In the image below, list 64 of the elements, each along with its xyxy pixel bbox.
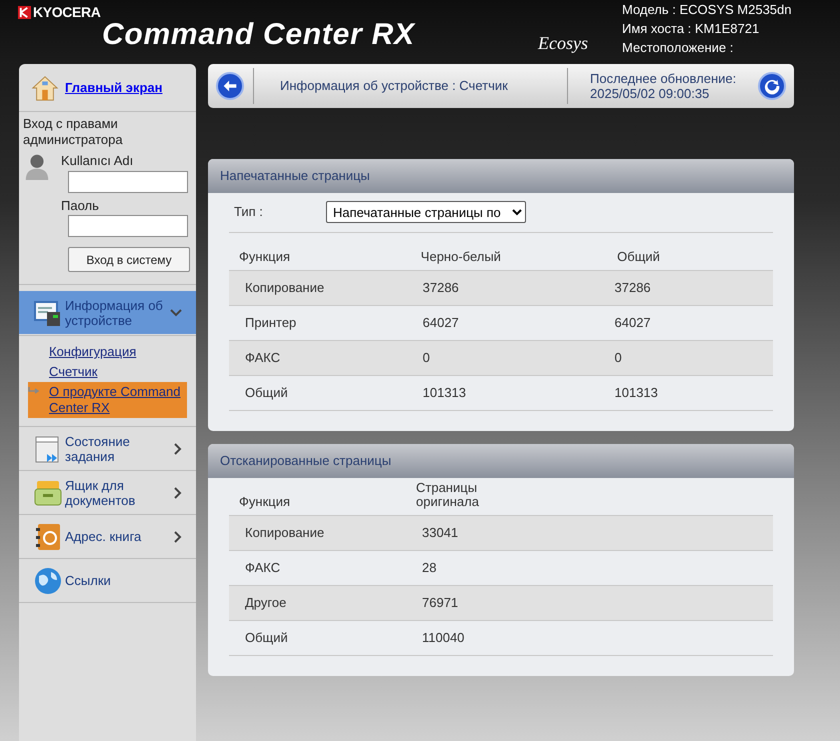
field-label: Паоль <box>61 196 100 214</box>
table-cell-text: 37286 <box>422 279 460 298</box>
table-cell-text: 28 <box>422 559 438 578</box>
chevron-right-icon <box>174 442 182 454</box>
table-cell-text: 64027 <box>422 314 460 332</box>
menu-item[interactable]: Состояние задания <box>19 427 196 470</box>
table-cell-text: 76971 <box>422 594 460 612</box>
table-cell-text: Другое <box>245 594 288 612</box>
table-cell-text: 37286 <box>614 279 652 298</box>
menu-item[interactable]: Ссылки <box>19 559 196 602</box>
type-dropdown[interactable]: Напечатанные страницы по <box>326 201 526 223</box>
column-header: Функция <box>239 495 291 509</box>
home-icon <box>31 74 59 102</box>
refresh-icon <box>763 77 781 95</box>
login-title: Вход с правами администратора <box>23 116 124 148</box>
table-cell-text: Принтер <box>245 314 298 332</box>
breadcrumb: Информация об устройстве : Счетчик <box>280 77 509 96</box>
address-book-icon <box>33 522 63 552</box>
refresh-button[interactable] <box>758 72 786 100</box>
column-header: Функция <box>239 250 291 264</box>
type-label: Тип : <box>234 203 264 222</box>
table-cell-text: Общий <box>245 384 289 402</box>
chevron-right-icon <box>174 486 182 498</box>
column-header: Общий <box>617 250 661 264</box>
table-cell-text: Копирование <box>245 279 326 298</box>
table-cell-text: 64027 <box>614 314 652 332</box>
chevron-right-icon <box>174 530 182 542</box>
submenu-link[interactable]: Конфигурация <box>28 342 187 362</box>
submenu-link[interactable]: О продукте Command Center RX <box>28 382 187 418</box>
arrow-icon <box>28 387 40 395</box>
table-cell-text: 0 <box>422 349 431 368</box>
last-updated-time: 2025/05/02 09:00:35 <box>590 86 710 101</box>
column-header: Страницы оригинала <box>416 481 480 509</box>
app-title: Command Center RX <box>102 17 415 53</box>
brand-name: KYOCERA <box>33 3 101 22</box>
device-info: Модель : ECOSYS M2535dn <box>622 1 792 19</box>
password-field[interactable] <box>68 215 188 237</box>
menu-item[interactable]: Ящик для документов <box>19 471 196 514</box>
login-button[interactable]: Вход в систему <box>68 247 190 272</box>
globe-icon <box>33 566 63 596</box>
brand-logo-icon <box>18 6 31 19</box>
menu-item[interactable]: Адрес. книга <box>19 515 196 558</box>
table-cell-text: Общий <box>245 629 289 648</box>
table-cell-text: Копирование <box>245 524 326 542</box>
product-logo: Ecosys <box>538 32 588 55</box>
chevron-down-icon <box>170 308 182 316</box>
table-cell-text: 101313 <box>614 384 659 402</box>
table-cell-text: 33041 <box>422 524 460 542</box>
table-cell-text: ФАКС <box>245 349 282 368</box>
table-cell-text: 110040 <box>422 629 466 648</box>
device-info: Местоположение : <box>622 39 734 57</box>
submenu-link[interactable]: Счетчик <box>28 362 187 382</box>
panel-title: Напечатанные страницы <box>220 167 370 186</box>
table-cell-text: 101313 <box>422 384 468 402</box>
last-updated-label: Последнее обновление: <box>590 71 738 86</box>
field-label: Kullanıcı Adı <box>61 152 134 170</box>
back-button[interactable] <box>216 72 244 100</box>
home-link[interactable]: Главный экран <box>65 78 162 98</box>
table-cell-text: 0 <box>614 349 623 368</box>
column-header: Черно-белый <box>420 250 502 264</box>
username-field[interactable] <box>68 170 188 192</box>
panel-title: Отсканированные страницы <box>220 452 392 470</box>
table-cell-text: ФАКС <box>245 559 282 578</box>
device-info: Имя хоста : KM1E8721 <box>622 20 760 38</box>
